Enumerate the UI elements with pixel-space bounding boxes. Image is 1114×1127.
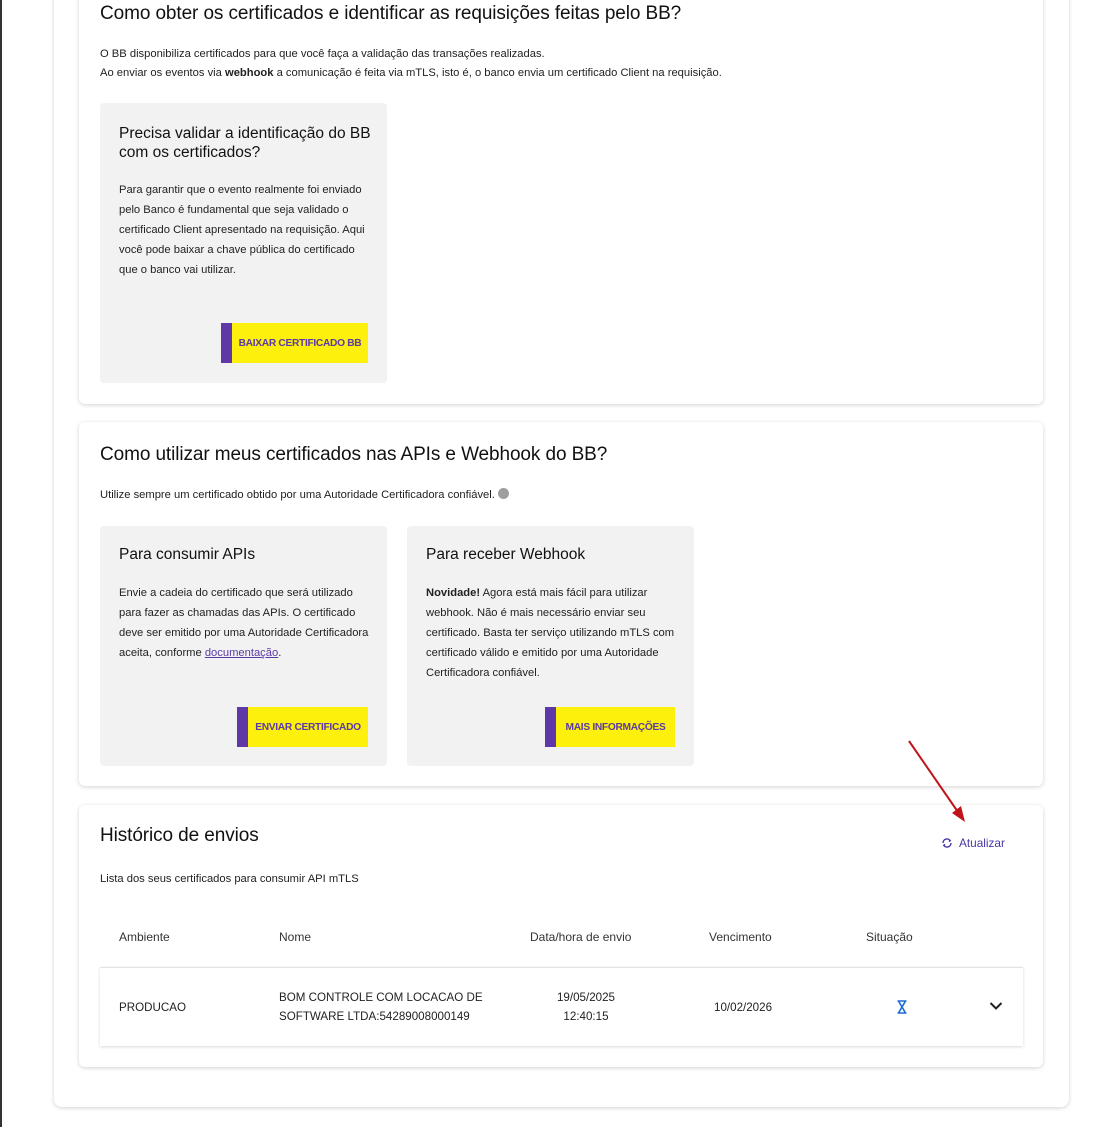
col-header-vencimento: Vencimento [709, 930, 772, 944]
cell-ambiente: PRODUCAO [119, 1001, 186, 1014]
col-header-data: Data/hora de envio [530, 930, 632, 944]
certs-line1: O BB disponibiliza certificados para que… [100, 48, 545, 60]
info-icon[interactable] [497, 488, 509, 499]
send-certificate-button[interactable]: ENVIAR CERTIFICADO [237, 707, 368, 747]
refresh-label: Atualizar [959, 836, 1005, 850]
col-header-nome: Nome [279, 930, 312, 944]
webhook-box-text: Novidade! Agora está mais fácil para uti… [426, 587, 675, 679]
webhook-box: Para receber Webhook Novidade! Agora est… [407, 526, 694, 766]
cell-nome: BOM CONTROLE COM LOCACAO DE SOFTWARE LTD… [279, 991, 483, 1023]
validate-box: Precisa validar a identificação do BB co… [100, 103, 387, 383]
usage-card: Como utilizar meus certificados nas APIs… [79, 422, 1043, 786]
chevron-down-icon[interactable] [989, 1001, 1003, 1011]
validate-box-title: Precisa validar a identificação do BB co… [119, 125, 371, 161]
refresh-button[interactable]: Atualizar [941, 836, 1005, 850]
webhook-box-title: Para receber Webhook [426, 546, 586, 563]
left-border [0, 0, 2, 1127]
col-header-ambiente: Ambiente [119, 930, 170, 944]
usage-title: Como utilizar meus certificados nas APIs… [100, 444, 608, 465]
apis-box: Para consumir APIs Envie a cadeia do cer… [100, 526, 387, 766]
more-info-button[interactable]: MAIS INFORMAÇÕES [545, 707, 675, 747]
table-row[interactable]: PRODUCAO BOM CONTROLE COM LOCACAO DE SOF… [100, 967, 1023, 1046]
certs-title: Como obter os certificados e identificar… [100, 3, 682, 24]
col-header-situacao: Situação [866, 930, 913, 944]
history-subtitle: Lista dos seus certificados para consumi… [100, 873, 359, 885]
refresh-icon [942, 838, 952, 848]
hourglass-icon [897, 1000, 907, 1014]
documentation-link[interactable]: documentação [205, 647, 278, 659]
validate-box-text: Para garantir que o evento realmente foi… [119, 184, 365, 276]
download-bb-certificate-button[interactable]: BAIXAR CERTIFICADO BB [221, 323, 368, 363]
apis-box-text: Envie a cadeia do certificado que será u… [119, 587, 369, 659]
usage-subtitle: Utilize sempre um certificado obtido por… [100, 486, 509, 504]
history-title: Histórico de envios [100, 825, 259, 846]
cell-data: 19/05/2025 12:40:15 [556, 991, 616, 1023]
certs-line2: Ao enviar os eventos via webhook a comun… [100, 67, 722, 79]
certs-card: Como obter os certificados e identificar… [79, 0, 1043, 404]
cell-vencimento: 10/02/2026 [714, 1001, 773, 1014]
apis-box-title: Para consumir APIs [119, 546, 256, 563]
